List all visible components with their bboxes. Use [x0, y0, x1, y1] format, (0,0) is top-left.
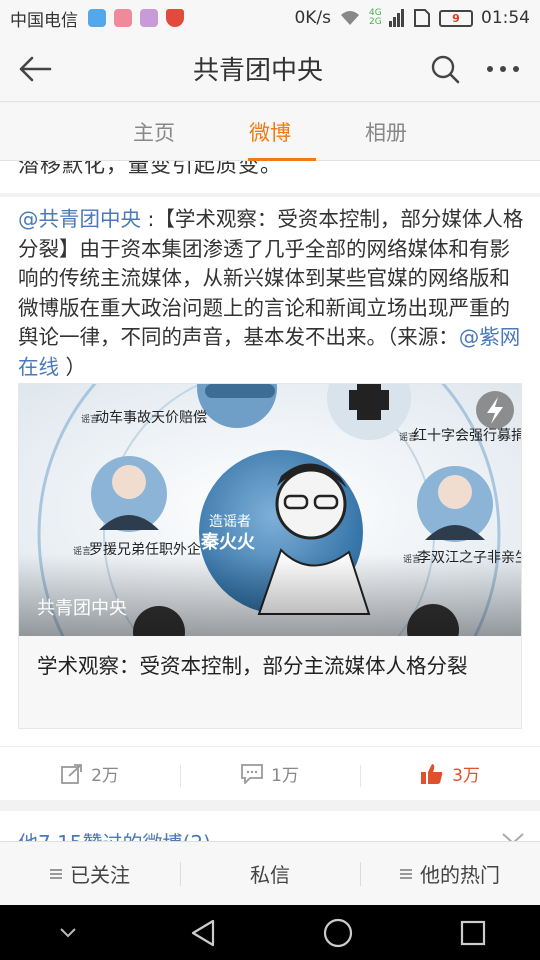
title-bar: 共青团中央 [0, 36, 540, 102]
weibo-post-card[interactable]: @共青团中央 :【学术观察：受资本控制，部分媒体人格分裂】由于资本集团渗透了几乎… [0, 197, 540, 800]
like-count: 3万 [452, 766, 480, 786]
nav-collapse-button[interactable] [0, 905, 135, 960]
more-dots-icon [487, 65, 519, 72]
page-title: 共青团中央 [192, 56, 323, 86]
comment-count: 1万 [271, 766, 299, 786]
hot-posts-label: 他的热门 [420, 863, 500, 887]
comment-icon [241, 763, 263, 784]
network-speed: 0K/s [294, 8, 331, 28]
status-bar: 中国电信 0K/s 4G 2G 9 01:54 [0, 0, 540, 36]
rumor-item-2: 红十字会强行募捐 [413, 428, 521, 444]
shared-article-card[interactable]: 谣言 动车事故天价赔偿 谣言 红十字会强行募捐 谣言 罗援兄弟任职外企 谣言 李… [18, 383, 522, 729]
arrow-left-icon [19, 56, 52, 81]
circle-home-icon [323, 918, 352, 947]
post-action-bar: 2万 1万 3万 [0, 746, 540, 800]
chevron-down-icon [502, 833, 524, 841]
message-label: 私信 [250, 863, 290, 887]
tab-home[interactable]: 主页 [96, 103, 212, 161]
search-button[interactable] [416, 36, 474, 102]
notification-app-icon [114, 9, 132, 27]
tab-weibo[interactable]: 微博 [212, 103, 328, 161]
profile-tabs: 主页 微博 相册 [0, 103, 540, 161]
post-text: @共青团中央 :【学术观察：受资本控制，部分媒体人格分裂】由于资本集团渗透了几乎… [18, 205, 524, 382]
notification-image-icon [140, 9, 158, 27]
back-button[interactable] [0, 36, 70, 102]
notification-app-icon [88, 9, 106, 27]
message-button[interactable]: 私信 [180, 842, 360, 906]
center-name: 秦火火 [200, 531, 256, 553]
article-image: 谣言 动车事故天价赔偿 谣言 红十字会强行募捐 谣言 罗援兄弟任职外企 谣言 李… [19, 384, 521, 636]
comment-button[interactable]: 1万 [180, 761, 360, 787]
repost-count: 2万 [91, 766, 119, 786]
menu-lines-icon [400, 868, 412, 879]
carrier-label: 中国电信 [10, 10, 78, 31]
like-button[interactable]: 3万 [360, 761, 540, 787]
triangle-back-icon [191, 919, 214, 946]
system-nav-bar [0, 905, 540, 960]
repost-button[interactable]: 2万 [0, 761, 180, 786]
nav-back-button[interactable] [135, 905, 270, 960]
signal-icon [389, 9, 404, 27]
thumbs-up-icon [421, 763, 443, 784]
battery-icon: 9 [439, 9, 473, 27]
rumor-item-4: 李双江之子非亲生 [417, 550, 521, 566]
nav-home-button[interactable] [270, 905, 405, 960]
square-recents-icon [460, 920, 485, 945]
hot-posts-button[interactable]: 他的热门 [360, 842, 540, 906]
rumor-infographic-image: 谣言 动车事故天价赔偿 谣言 红十字会强行募捐 谣言 罗援兄弟任职外企 谣言 李… [19, 384, 521, 636]
liked-posts-section-title: 他7.15赞过的微博(2) [18, 827, 211, 841]
center-title: 造谣者 [209, 514, 251, 530]
clock: 01:54 [481, 8, 530, 28]
rumor-item-1: 动车事故天价赔偿 [95, 409, 207, 426]
chevron-down-icon [59, 927, 76, 937]
wifi-icon [341, 11, 359, 25]
nav-recents-button[interactable] [405, 905, 540, 960]
more-button[interactable] [474, 36, 532, 102]
previous-post-fragment[interactable]: 潜移默化，量变引起质变。 [0, 161, 540, 193]
sim-icon [414, 9, 430, 27]
followed-button[interactable]: 已关注 [0, 842, 180, 906]
menu-lines-icon [50, 868, 62, 879]
author-mention-link[interactable]: @共青团中央 [18, 207, 141, 231]
post-close-paren: ） [59, 354, 87, 379]
followed-label: 已关注 [70, 863, 130, 887]
image-watermark: 共青团中央 [37, 598, 127, 619]
repost-icon [61, 763, 82, 784]
search-icon [431, 55, 460, 83]
network-type: 4G 2G [369, 8, 382, 27]
shield-icon [166, 9, 184, 27]
liked-posts-section-header[interactable]: 他7.15赞过的微博(2) [0, 811, 540, 841]
profile-bottom-bar: 已关注 私信 他的热门 [0, 841, 540, 905]
tab-album[interactable]: 相册 [328, 103, 444, 161]
article-caption: 学术观察：受资本控制，部分主流媒体人格分裂 [37, 654, 468, 678]
rumor-item-3: 罗援兄弟任职外企 [89, 541, 201, 558]
previous-post-text: 潜移默化，量变引起质变。 [18, 161, 282, 177]
